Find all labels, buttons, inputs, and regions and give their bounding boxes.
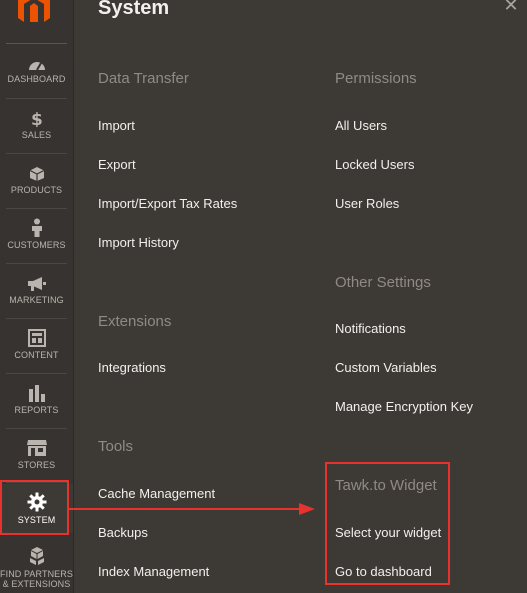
menu-link-manage-encryption-key[interactable]: Manage Encryption Key	[335, 399, 473, 414]
menu-link-user-roles[interactable]: User Roles	[335, 196, 399, 211]
nav-divider	[6, 373, 67, 374]
nav-divider	[6, 318, 67, 319]
menu-link-custom-variables[interactable]: Custom Variables	[335, 360, 437, 375]
megaphone-icon	[27, 277, 46, 291]
dollar-icon: $	[31, 110, 43, 127]
sidebar-item-label: REPORTS	[14, 405, 59, 415]
section-title-other-settings: Other Settings	[335, 274, 431, 291]
section-title-data-transfer: Data Transfer	[98, 70, 189, 87]
cube-icon	[29, 167, 44, 181]
section-title-permissions: Permissions	[335, 70, 417, 87]
nav-divider	[6, 98, 67, 99]
sidebar-item-label: & EXTENSIONS	[2, 579, 71, 589]
system-highlight-box	[0, 480, 69, 535]
section-title-extensions: Extensions	[98, 313, 172, 330]
sidebar-item-marketing[interactable]: MARKETING	[0, 276, 73, 305]
sidebar-item-label: FIND PARTNERS	[0, 569, 73, 579]
sidebar-item-products[interactable]: PRODUCTS	[0, 166, 73, 195]
svg-text:$: $	[31, 110, 43, 127]
dashboard-icon	[28, 62, 45, 71]
sidebar-item-label: MARKETING	[9, 295, 64, 305]
menu-link-import-export-tax-rates[interactable]: Import/Export Tax Rates	[98, 196, 237, 211]
nav-divider	[6, 263, 67, 264]
sidebar-item-sales[interactable]: $ SALES	[0, 110, 73, 140]
bar-chart-icon	[28, 385, 45, 402]
sidebar-item-stores[interactable]: STORES	[0, 439, 73, 470]
sidebar-item-content[interactable]: CONTENT	[0, 329, 73, 360]
menu-link-cache-management[interactable]: Cache Management	[98, 486, 215, 501]
nav-divider	[6, 428, 67, 429]
cubes-icon	[29, 547, 44, 565]
nav-divider	[6, 153, 67, 154]
sidebar-item-find-partners[interactable]: FIND PARTNERS & EXTENSIONS	[0, 546, 73, 589]
menu-link-import[interactable]: Import	[98, 118, 135, 133]
menu-link-notifications[interactable]: Notifications	[335, 321, 406, 336]
sidebar-item-label: CONTENT	[14, 350, 59, 360]
logo-divider	[6, 43, 67, 44]
menu-link-backups[interactable]: Backups	[98, 525, 148, 540]
menu-link-integrations[interactable]: Integrations	[98, 360, 166, 375]
sidebar-item-dashboard[interactable]: DASHBOARD	[0, 57, 73, 84]
sidebar-item-label: PRODUCTS	[10, 185, 63, 195]
sidebar-item-reports[interactable]: REPORTS	[0, 384, 73, 415]
sidebar-item-label: CUSTOMERS	[7, 240, 66, 250]
nav-divider	[6, 208, 67, 209]
sidebar-item-label: SALES	[21, 130, 52, 140]
tawk-widget-highlight-box	[325, 462, 450, 585]
magento-logo-icon[interactable]	[16, 0, 52, 22]
section-title-tools: Tools	[98, 438, 134, 455]
page-title: System	[98, 0, 170, 19]
arrow-right-icon	[69, 503, 315, 515]
menu-link-all-users[interactable]: All Users	[335, 118, 387, 133]
menu-link-export[interactable]: Export	[98, 157, 136, 172]
layout-icon	[27, 329, 46, 347]
menu-link-locked-users[interactable]: Locked Users	[335, 157, 414, 172]
storefront-icon	[26, 440, 47, 456]
sidebar-item-customers[interactable]: CUSTOMERS	[0, 218, 73, 250]
menu-link-index-management[interactable]: Index Management	[98, 564, 209, 579]
sidebar-item-label: STORES	[17, 460, 56, 470]
menu-link-import-history[interactable]: Import History	[98, 235, 179, 250]
sidebar-item-label: DASHBOARD	[7, 74, 66, 84]
person-icon	[31, 218, 42, 237]
close-icon[interactable]: ✕	[502, 0, 520, 14]
